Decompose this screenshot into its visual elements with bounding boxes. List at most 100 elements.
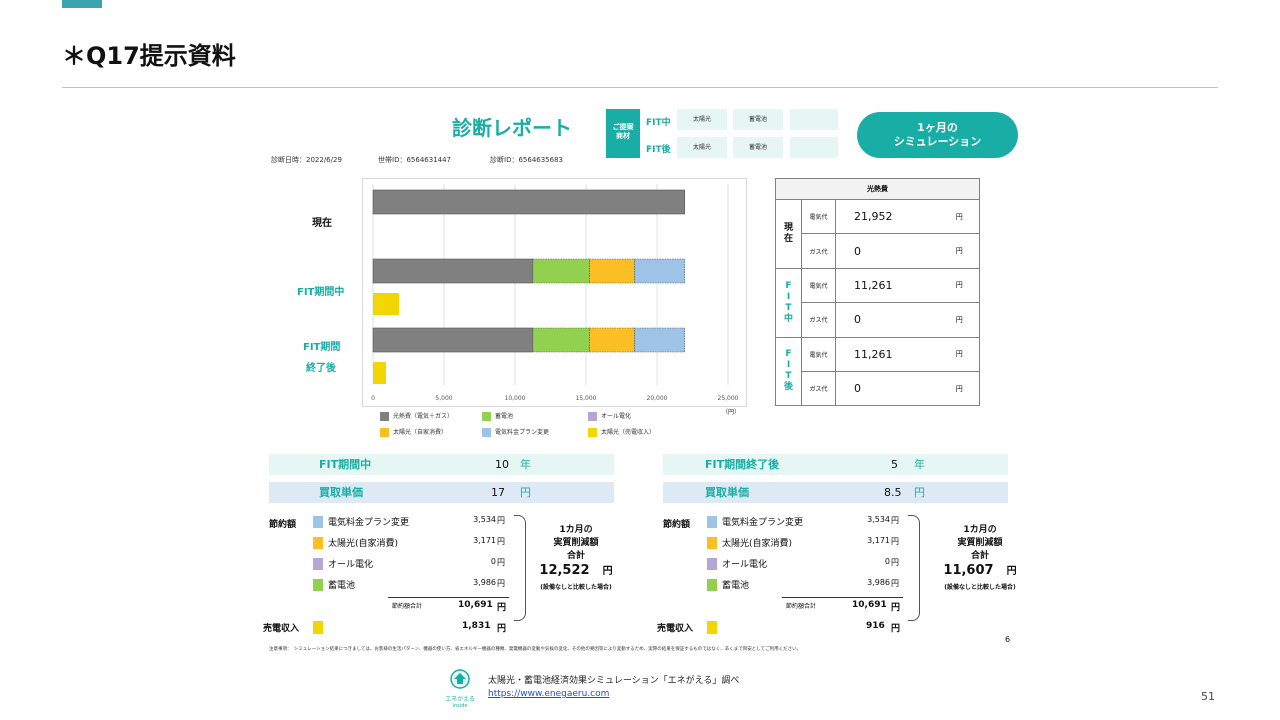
right-summary-line: 合計 — [970, 551, 989, 561]
savings-item: 太陽光(自家消費) 3,171 円 — [707, 536, 907, 552]
bar-segment — [373, 362, 387, 384]
left-period-label: FIT期間中 — [319, 458, 372, 471]
legend-text: 光熱費（電気＋ガス） — [393, 413, 454, 420]
bar-segment — [532, 327, 590, 353]
bar-segment — [589, 258, 635, 284]
proposal-item-battery: 蓄電池 — [733, 109, 783, 130]
right-summary-note: (設備なしと比較した場合) — [944, 584, 1016, 591]
bar-segment — [532, 258, 590, 284]
savings-item-name: 太陽光(自家消費) — [722, 539, 793, 549]
savings-item-unit: 円 — [497, 537, 505, 546]
left-brace — [514, 515, 526, 621]
logo-sub: inside — [452, 703, 468, 709]
legend-swatch — [588, 412, 597, 421]
left-summary-line: 実質削減額 — [553, 538, 599, 548]
legend-swatch — [380, 412, 389, 421]
utility-cost-table: 光熱費 現 在 電気代 21,952 円 ガス代 0 円 F I T 中 電気代… — [775, 178, 980, 407]
cost-kind: 電気代 — [801, 267, 836, 304]
left-price-band: 買取単価 17 円 — [269, 482, 614, 503]
savings-item-value: 3,986 — [867, 578, 890, 587]
bar-segment — [373, 293, 400, 315]
savings-item-unit: 円 — [497, 516, 505, 525]
legend-all-electric: オール電化 — [588, 411, 631, 421]
page-number: 51 — [1201, 690, 1215, 703]
chart-label-current: 現在 — [312, 218, 332, 229]
savings-item-unit: 円 — [497, 579, 505, 588]
cost-table-header: 光熱費 — [775, 178, 980, 200]
proposal-item-solar-after: 太陽光 — [677, 137, 727, 158]
legend-plan-change: 電気料金プラン変更 — [482, 427, 549, 437]
savings-item-unit: 円 — [891, 537, 899, 546]
left-sale-unit: 円 — [497, 624, 507, 634]
cost-group-fit-during: F I T 中 — [775, 267, 802, 338]
cost-value: 11,261 — [835, 267, 940, 304]
right-summary-unit: 円 — [1006, 566, 1017, 577]
savings-swatch — [313, 537, 323, 549]
savings-item-name: オール電化 — [722, 560, 768, 570]
left-total-unit: 円 — [497, 603, 507, 613]
savings-item: 電気料金プラン変更 3,534 円 — [313, 515, 513, 531]
chart-label-fit-after-2: 終了後 — [306, 363, 336, 374]
proposal-label-text: ご提案商材 — [612, 123, 634, 140]
cost-group-fit-after: F I T 後 — [775, 336, 802, 407]
cost-kind: ガス代 — [801, 370, 836, 407]
legend-swatch — [588, 428, 597, 437]
savings-item-name: 電気料金プラン変更 — [722, 518, 804, 528]
source-link[interactable]: https://www.enegaeru.com — [488, 689, 609, 699]
left-summary-amount: 12,522 円 — [536, 564, 616, 578]
household-id: 世帯ID：6564631447 — [378, 156, 451, 164]
cost-unit: 円 — [939, 302, 980, 338]
savings-swatch — [707, 537, 717, 549]
right-summary-line: 実質削減額 — [957, 538, 1003, 548]
legend-swatch — [380, 428, 389, 437]
left-savings-label: 節約額 — [269, 520, 297, 530]
right-total-label: 節約額合計 — [786, 603, 817, 610]
savings-item: 電気料金プラン変更 3,534 円 — [707, 515, 907, 531]
legend-swatch — [482, 428, 491, 437]
x-tick-label: 0 — [371, 395, 375, 402]
legend-text: 蓄電池 — [495, 413, 514, 420]
bar-segment — [634, 327, 686, 353]
right-total-unit: 円 — [891, 603, 901, 613]
left-period-unit: 年 — [520, 458, 531, 471]
right-period-unit: 年 — [914, 458, 925, 471]
cost-value: 0 — [835, 302, 940, 338]
right-summary-value: 11,607 — [943, 563, 994, 578]
savings-item-unit: 円 — [891, 516, 899, 525]
x-tick-label: 10,000 — [505, 395, 526, 402]
left-summary-value: 12,522 — [539, 563, 590, 578]
title-divider — [62, 87, 1218, 88]
savings-item: オール電化 0 円 — [313, 557, 513, 573]
x-tick-label: 15,000 — [576, 395, 597, 402]
right-period-band: FIT期間終了後 5 年 — [663, 454, 1008, 475]
savings-item-value: 0 — [884, 557, 890, 566]
left-sale-swatch — [313, 621, 323, 634]
savings-item: 蓄電池 3,986 円 — [313, 578, 513, 594]
right-period-value: 5 — [891, 458, 898, 471]
bar-segment — [372, 327, 534, 353]
savings-item-value: 0 — [490, 557, 496, 566]
savings-item-value: 3,534 — [473, 515, 496, 524]
savings-swatch — [707, 579, 717, 591]
legend-text: 太陽光（売電収入） — [601, 429, 656, 436]
savings-item-value: 3,171 — [473, 536, 496, 545]
savings-item: 太陽光(自家消費) 3,171 円 — [313, 536, 513, 552]
cost-kind: 電気代 — [801, 198, 836, 235]
cost-value: 0 — [835, 233, 940, 269]
cost-unit: 円 — [939, 198, 980, 235]
legend-utility: 光熱費（電気＋ガス） — [380, 411, 453, 421]
x-tick-label: 20,000 — [647, 395, 668, 402]
right-price-label: 買取単価 — [705, 486, 749, 499]
legend-solar-self: 太陽光（自家消費） — [380, 427, 447, 437]
right-summary: 1カ月の 実質削減額 合計 11,607 円 (設備なしと比較した場合) — [938, 524, 1022, 594]
left-total-rule — [388, 597, 509, 598]
one-month-simulation-button[interactable]: 1ヶ月の シミュレーション — [857, 112, 1018, 158]
cost-kind: ガス代 — [801, 233, 836, 269]
enegaeru-logo-icon — [450, 669, 470, 689]
sim-button-line2: シミュレーション — [893, 135, 982, 148]
savings-item-value: 3,986 — [473, 578, 496, 587]
left-summary-line: 1カ月の — [559, 525, 593, 535]
right-sale-swatch — [707, 621, 717, 634]
proposal-item-solar: 太陽光 — [677, 109, 727, 130]
right-sale-unit: 円 — [891, 624, 901, 634]
